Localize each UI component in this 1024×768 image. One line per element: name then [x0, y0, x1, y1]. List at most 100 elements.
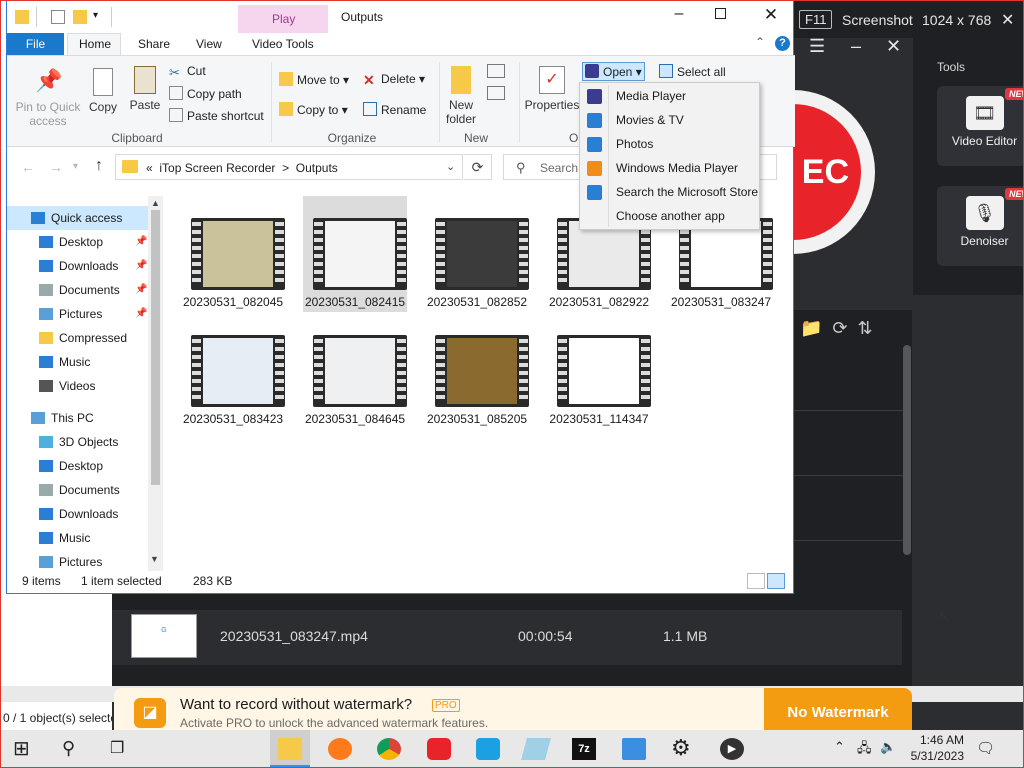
paste-button[interactable]: Paste	[127, 66, 163, 112]
help-icon[interactable]: ?	[775, 36, 790, 51]
file-item[interactable]: 20230531_082852	[425, 196, 529, 312]
close-icon[interactable]: ✕	[1001, 10, 1014, 30]
nav-item[interactable]: Desktop 📌	[7, 230, 153, 254]
details-view-icon[interactable]	[747, 573, 765, 589]
itop-recorder-icon[interactable]	[427, 738, 451, 760]
scrollbar-thumb[interactable]	[151, 210, 160, 485]
nav-item[interactable]: Pictures	[7, 550, 153, 571]
open-with-menu-item[interactable]: Choose another app	[580, 204, 759, 228]
tab-home[interactable]: Home	[79, 37, 111, 51]
gear-icon[interactable]: ⚙	[671, 735, 691, 761]
properties-button[interactable]: ✓ Properties	[523, 66, 581, 112]
chevron-up-icon[interactable]: ▲	[151, 198, 160, 208]
record-button[interactable]: EC	[793, 90, 877, 260]
refresh-button[interactable]: ⟳	[464, 154, 492, 180]
menu-icon[interactable]: ☰	[809, 36, 825, 57]
open-with-menu-item[interactable]: Search the Microsoft Store	[580, 180, 759, 204]
maximize-icon[interactable]	[715, 8, 726, 19]
control-panel-icon[interactable]	[622, 738, 646, 760]
file-item[interactable]: 20230531_083423	[181, 313, 285, 429]
tab-file[interactable]: File	[7, 33, 64, 55]
media-player-icon[interactable]: ▶	[720, 738, 744, 760]
volume-icon[interactable]: 🔈	[880, 739, 896, 755]
tab-video-tools[interactable]: Video Tools	[252, 37, 314, 51]
move-to-button[interactable]: Move to ▾	[279, 72, 349, 87]
notification-icon[interactable]: 🗨	[976, 739, 995, 757]
recordings-scrollbar[interactable]	[903, 345, 911, 555]
copy-button[interactable]: Copy	[85, 68, 121, 114]
navigation-scrollbar[interactable]: ▲ ▼	[148, 196, 163, 571]
nav-item[interactable]: Downloads	[7, 502, 153, 526]
minimize-icon[interactable]: –	[669, 5, 689, 23]
nav-item[interactable]: Videos	[7, 374, 153, 398]
chevron-up-icon[interactable]: ⌃	[755, 35, 765, 49]
task-view-icon[interactable]: ❐	[110, 738, 124, 758]
tab-view[interactable]: View	[196, 37, 222, 51]
search-icon[interactable]: ⚲	[62, 738, 75, 759]
video-editor-tool[interactable]: NEW 🎞 Video Editor	[937, 86, 1024, 166]
breadcrumb-itop[interactable]: iTop Screen Recorder	[159, 161, 275, 175]
file-item[interactable]: 20230531_085205	[425, 313, 529, 429]
sort-icon[interactable]: ⇅	[858, 318, 873, 338]
minimize-icon[interactable]: –	[851, 36, 861, 57]
delete-button[interactable]: ✕ Delete ▾	[363, 72, 425, 88]
rename-button[interactable]: Rename	[363, 102, 426, 117]
windows-start-icon[interactable]: ⊞	[13, 736, 30, 761]
network-icon[interactable]: 🖧	[857, 739, 872, 761]
close-icon[interactable]: ✕	[886, 36, 901, 57]
copy-to-button[interactable]: Copy to ▾	[279, 102, 348, 117]
new-folder-button[interactable]: New folder	[443, 66, 479, 126]
nav-item[interactable]: 3D Objects	[7, 430, 153, 454]
breadcrumb-overflow[interactable]: «	[146, 161, 153, 175]
nav-item[interactable]: This PC	[7, 406, 153, 430]
refresh-icon[interactable]: ⟳	[832, 318, 847, 338]
nav-item[interactable]: Downloads 📌	[7, 254, 153, 278]
chevron-down-icon[interactable]: ▾	[93, 10, 98, 21]
file-item[interactable]: 20230531_082045	[181, 196, 285, 312]
chevron-down-icon[interactable]: ⌄	[446, 160, 455, 173]
large-icons-view-icon[interactable]	[767, 573, 785, 589]
address-bar[interactable]: « iTop Screen Recorder > Outputs ⌄	[115, 154, 463, 180]
tab-share[interactable]: Share	[138, 37, 170, 51]
copy-path-button[interactable]: Copy path	[169, 86, 242, 101]
file-item[interactable]: 20230531_084645	[303, 313, 407, 429]
paste-shortcut-button[interactable]: Paste shortcut	[169, 108, 264, 123]
nav-item[interactable]: Documents	[7, 478, 153, 502]
recording-row[interactable]: G 20230531_083247.mp4 00:00:54 1.1 MB	[112, 610, 902, 665]
nav-item[interactable]: Desktop	[7, 454, 153, 478]
select-all-button[interactable]: Select all	[659, 64, 726, 79]
close-icon[interactable]: ✕	[761, 5, 781, 25]
nav-item[interactable]: Music	[7, 526, 153, 550]
nav-item[interactable]: Pictures 📌	[7, 302, 153, 326]
pin-to-quick-access-button[interactable]: 📌 Pin to Quick access	[13, 68, 83, 128]
cut-button[interactable]: ✂ Cut	[169, 64, 206, 80]
open-with-menu-item[interactable]: Windows Media Player	[580, 156, 759, 180]
chrome-icon[interactable]	[377, 738, 401, 760]
folder-icon[interactable]: 📁	[800, 318, 822, 338]
screenshot-label[interactable]: Screenshot	[842, 12, 913, 28]
forward-icon[interactable]: →	[49, 159, 63, 175]
open-button[interactable]: Open ▾	[582, 62, 645, 81]
properties-icon[interactable]	[51, 10, 65, 24]
file-item[interactable]: 20230531_114347	[547, 313, 651, 429]
breadcrumb-outputs[interactable]: Outputs	[296, 161, 338, 175]
back-icon[interactable]: ←	[21, 159, 35, 175]
notepad-icon[interactable]	[521, 738, 551, 760]
open-with-menu-item[interactable]: Photos	[580, 132, 759, 156]
chevron-down-icon[interactable]: ▾	[73, 161, 78, 172]
open-with-menu-item[interactable]: Media Player	[580, 84, 759, 108]
open-with-menu-item[interactable]: Movies & TV	[580, 108, 759, 132]
chevron-down-icon[interactable]: ▼	[150, 554, 159, 564]
nav-item[interactable]: Documents 📌	[7, 278, 153, 302]
nav-item[interactable]: Compressed	[7, 326, 153, 350]
clock-date[interactable]: 5/31/2023	[906, 749, 964, 763]
7zip-icon[interactable]: 7z	[572, 738, 596, 760]
easy-access-icon[interactable]	[487, 86, 505, 100]
firefox-icon[interactable]	[328, 738, 352, 760]
up-icon[interactable]: ↑	[95, 157, 103, 175]
app-icon[interactable]	[476, 738, 500, 760]
nav-item[interactable]: Quick access	[7, 206, 153, 230]
chevron-up-icon[interactable]: ⌃	[834, 739, 845, 755]
clock-time[interactable]: 1:46 AM	[906, 733, 964, 747]
file-item[interactable]: 20230531_082415	[303, 196, 407, 312]
